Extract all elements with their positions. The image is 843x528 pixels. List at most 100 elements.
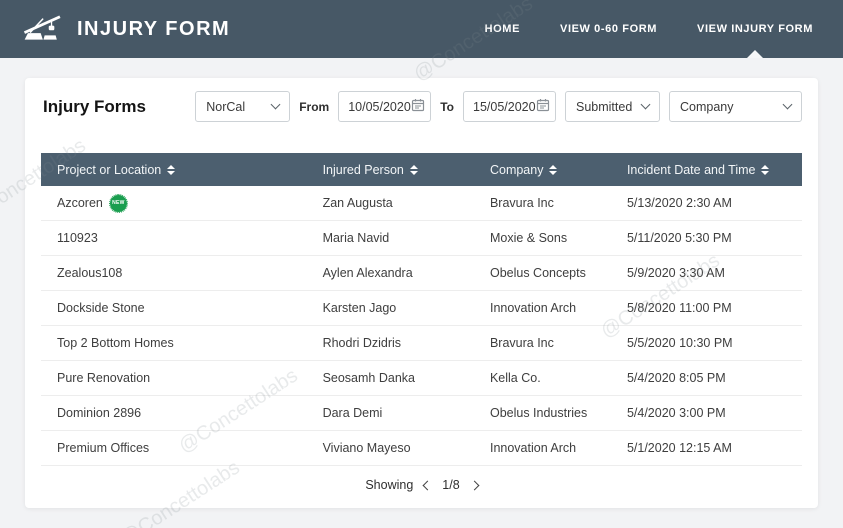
nav-item-home[interactable]: HOME [485, 0, 520, 58]
sort-icon [761, 165, 769, 175]
sort-icon [167, 165, 175, 175]
project-cell: Premium Offices [41, 441, 323, 455]
injured-person-cell: Dara Demi [323, 406, 490, 420]
incident-datetime-cell: 5/11/2020 5:30 PM [627, 231, 802, 245]
injured-person-cell: Maria Navid [323, 231, 490, 245]
incident-datetime-cell: 5/13/2020 2:30 AM [627, 196, 802, 210]
table-row[interactable]: Pure Renovation Seosamh Danka Kella Co. … [41, 361, 802, 396]
next-page-icon[interactable] [469, 480, 479, 490]
table-row[interactable]: Top 2 Bottom Homes Rhodri Dzidris Bravur… [41, 326, 802, 361]
project-name: Dominion 2896 [57, 406, 141, 420]
column-header-incident-date[interactable]: Incident Date and Time [627, 163, 802, 177]
content-card: Injury Forms NorCal From 10/05/2020 To [25, 78, 818, 508]
to-label: To [440, 100, 454, 114]
company-cell: Innovation Arch [490, 301, 627, 315]
company-cell: Kella Co. [490, 371, 627, 385]
pagination: Showing 1/8 [41, 478, 802, 492]
company-cell: Innovation Arch [490, 441, 627, 455]
project-cell: 110923 [41, 231, 323, 245]
injury-forms-table: Project or Location Injured Person Compa… [41, 153, 802, 466]
filter-controls: NorCal From 10/05/2020 To 15/05/2020 [195, 91, 802, 122]
project-cell: Zealous108 [41, 266, 323, 280]
injured-person-cell: Viviano Mayeso [323, 441, 490, 455]
project-name: Top 2 Bottom Homes [57, 336, 174, 350]
injured-person-cell: Zan Augusta [323, 196, 490, 210]
incident-datetime-cell: 5/5/2020 10:30 PM [627, 336, 802, 350]
project-name: Premium Offices [57, 441, 149, 455]
incident-datetime-cell: 5/8/2020 11:00 PM [627, 301, 802, 315]
table-header-row: Project or Location Injured Person Compa… [41, 153, 802, 186]
column-header-company[interactable]: Company [490, 163, 627, 177]
company-select-value: Company [680, 100, 734, 114]
showing-label: Showing [365, 478, 413, 492]
project-name: Pure Renovation [57, 371, 150, 385]
crane-icon [22, 13, 68, 46]
company-cell: Bravura Inc [490, 336, 627, 350]
company-cell: Bravura Inc [490, 196, 627, 210]
nav-label: VIEW 0-60 FORM [560, 23, 657, 35]
injured-person-cell: Karsten Jago [323, 301, 490, 315]
to-date-input[interactable]: 15/05/2020 [463, 91, 556, 122]
page-indicator: 1/8 [442, 478, 459, 492]
nav-label: VIEW INJURY FORM [697, 23, 813, 35]
from-label: From [299, 100, 329, 114]
chevron-down-icon [271, 100, 281, 110]
incident-datetime-cell: 5/9/2020 3:30 AM [627, 266, 802, 280]
table-body: Azcoren NEW Zan Augusta Bravura Inc 5/13… [41, 186, 802, 466]
project-cell: Top 2 Bottom Homes [41, 336, 323, 350]
table-row[interactable]: Dominion 2896 Dara Demi Obelus Industrie… [41, 396, 802, 431]
sort-icon [410, 165, 418, 175]
project-cell: Dominion 2896 [41, 406, 323, 420]
table-row[interactable]: 110923 Maria Navid Moxie & Sons 5/11/202… [41, 221, 802, 256]
region-select[interactable]: NorCal [195, 91, 290, 122]
active-tab-indicator [747, 50, 763, 58]
column-header-label: Incident Date and Time [627, 163, 756, 177]
table-row[interactable]: Azcoren NEW Zan Augusta Bravura Inc 5/13… [41, 186, 802, 221]
project-name: Dockside Stone [57, 301, 145, 315]
from-date-input[interactable]: 10/05/2020 [338, 91, 431, 122]
nav-item-view-injury-form[interactable]: VIEW INJURY FORM [697, 0, 813, 58]
filter-bar: Injury Forms NorCal From 10/05/2020 To [41, 91, 802, 122]
injured-person-cell: Rhodri Dzidris [323, 336, 490, 350]
chevron-down-icon [641, 100, 651, 110]
column-header-injured-person[interactable]: Injured Person [323, 163, 490, 177]
project-cell: Dockside Stone [41, 301, 323, 315]
status-select-value: Submitted [576, 100, 632, 114]
column-header-label: Project or Location [57, 163, 161, 177]
column-header-label: Injured Person [323, 163, 404, 177]
project-name: Zealous108 [57, 266, 122, 280]
app-header: INJURY FORM HOME VIEW 0-60 FORM VIEW INJ… [0, 0, 843, 58]
column-header-label: Company [490, 163, 544, 177]
new-badge: NEW [110, 195, 127, 212]
project-name: Azcoren [57, 196, 103, 210]
chevron-down-icon [783, 100, 793, 110]
column-header-project[interactable]: Project or Location [41, 163, 323, 177]
table-row[interactable]: Dockside Stone Karsten Jago Innovation A… [41, 291, 802, 326]
main-nav: HOME VIEW 0-60 FORM VIEW INJURY FORM [485, 0, 821, 58]
to-date-value: 15/05/2020 [473, 100, 536, 114]
company-cell: Moxie & Sons [490, 231, 627, 245]
incident-datetime-cell: 5/4/2020 8:05 PM [627, 371, 802, 385]
project-name: 110923 [57, 231, 98, 245]
injured-person-cell: Aylen Alexandra [323, 266, 490, 280]
incident-datetime-cell: 5/4/2020 3:00 PM [627, 406, 802, 420]
region-select-value: NorCal [206, 100, 245, 114]
logo-text: INJURY FORM [77, 18, 230, 41]
nav-item-view-0-60-form[interactable]: VIEW 0-60 FORM [560, 0, 657, 58]
project-cell: Azcoren NEW [41, 195, 323, 212]
from-date-value: 10/05/2020 [348, 100, 411, 114]
status-select[interactable]: Submitted [565, 91, 660, 122]
calendar-icon [411, 98, 425, 115]
calendar-icon [536, 98, 550, 115]
injured-person-cell: Seosamh Danka [323, 371, 490, 385]
company-cell: Obelus Concepts [490, 266, 627, 280]
previous-page-icon[interactable] [423, 480, 433, 490]
page-title: Injury Forms [41, 97, 146, 117]
table-row[interactable]: Zealous108 Aylen Alexandra Obelus Concep… [41, 256, 802, 291]
incident-datetime-cell: 5/1/2020 12:15 AM [627, 441, 802, 455]
table-row[interactable]: Premium Offices Viviano Mayeso Innovatio… [41, 431, 802, 466]
project-cell: Pure Renovation [41, 371, 323, 385]
company-select[interactable]: Company [669, 91, 802, 122]
app-logo[interactable]: INJURY FORM [22, 13, 230, 46]
company-cell: Obelus Industries [490, 406, 627, 420]
